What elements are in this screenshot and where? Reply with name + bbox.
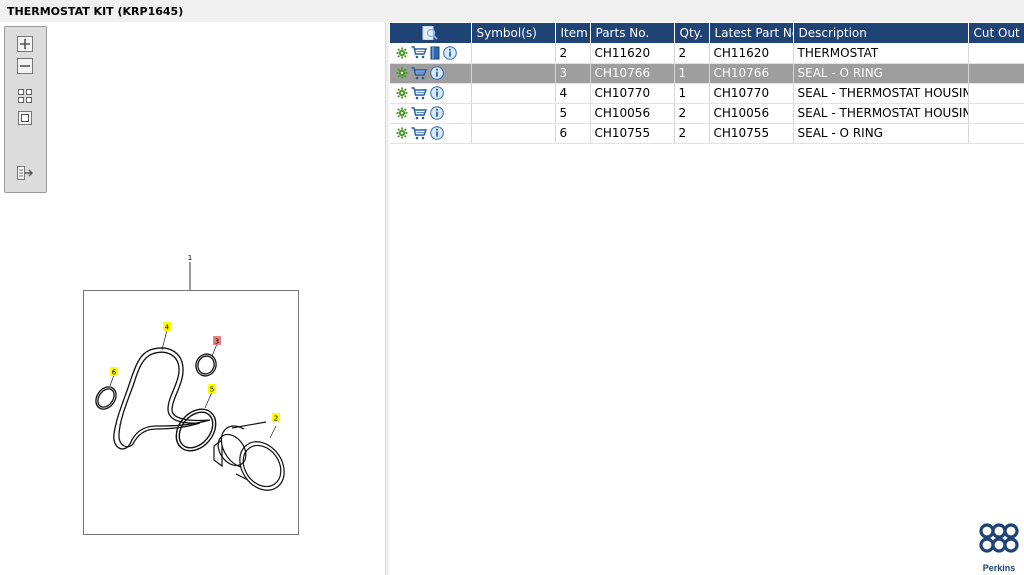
add-to-cart-icon[interactable] bbox=[411, 66, 427, 80]
add-to-cart-icon[interactable] bbox=[411, 106, 427, 120]
cell-qty: 2 bbox=[674, 103, 710, 124]
table-row[interactable]: 3 CH10766 1 CH10766 SEAL - O RING bbox=[390, 63, 1024, 84]
gear-icon[interactable] bbox=[396, 107, 408, 119]
column-header-cut-out[interactable]: Cut Out bbox=[968, 23, 1024, 43]
cell-cut-out bbox=[968, 83, 1024, 104]
gear-icon[interactable] bbox=[396, 127, 408, 139]
table-row[interactable]: 6 CH10755 2 CH10755 SEAL - O RING bbox=[390, 123, 1024, 144]
cell-cut-out bbox=[968, 123, 1024, 144]
title-bar: THERMOSTAT KIT (KRP1645) bbox=[0, 0, 1024, 22]
cell-cut-out bbox=[968, 43, 1024, 64]
row-actions bbox=[390, 83, 472, 104]
column-header-qty[interactable]: Qty. bbox=[674, 23, 710, 43]
column-header-actions[interactable] bbox=[390, 23, 472, 43]
cell-symbols bbox=[471, 123, 556, 144]
cell-parts-no: CH10770 bbox=[590, 83, 675, 104]
column-header-description[interactable]: Description bbox=[793, 23, 969, 43]
cell-cut-out bbox=[968, 63, 1024, 84]
row-actions bbox=[390, 63, 472, 84]
search-document-icon bbox=[422, 26, 438, 41]
cell-description: SEAL - O RING bbox=[793, 123, 969, 144]
callout-6[interactable]: 6 bbox=[110, 367, 118, 377]
info-icon[interactable] bbox=[430, 66, 444, 80]
cell-item: 3 bbox=[555, 63, 591, 84]
cell-latest-part-no: CH11620 bbox=[709, 43, 794, 64]
row-actions bbox=[390, 123, 472, 144]
cell-item: 4 bbox=[555, 83, 591, 104]
exploded-parts-diagram: 1 4 3 6 5 2 bbox=[83, 254, 299, 535]
book-icon[interactable] bbox=[430, 46, 440, 60]
cell-item: 2 bbox=[555, 43, 591, 64]
column-header-item[interactable]: Item bbox=[555, 23, 591, 43]
cell-latest-part-no: CH10766 bbox=[709, 63, 794, 84]
row-actions bbox=[390, 43, 472, 64]
info-icon[interactable] bbox=[430, 126, 444, 140]
cell-parts-no: CH10056 bbox=[590, 103, 675, 124]
table-row[interactable]: 2 CH11620 2 CH11620 THERMOSTAT bbox=[390, 43, 1024, 64]
cell-parts-no: CH11620 bbox=[590, 43, 675, 64]
table-row[interactable]: 5 CH10056 2 CH10056 SEAL - THERMOSTAT HOUSIN… bbox=[390, 103, 1024, 124]
info-icon[interactable] bbox=[430, 106, 444, 120]
callout-2[interactable]: 2 bbox=[272, 413, 280, 423]
add-to-cart-icon[interactable] bbox=[411, 86, 427, 100]
cell-symbols bbox=[471, 43, 556, 64]
cell-qty: 2 bbox=[674, 123, 710, 144]
cell-latest-part-no: CH10755 bbox=[709, 123, 794, 144]
cell-cut-out bbox=[968, 103, 1024, 124]
column-header-parts-no[interactable]: Parts No. bbox=[590, 23, 675, 43]
perkins-wordmark: Perkins bbox=[982, 563, 1016, 573]
cell-description: SEAL - THERMOSTAT HOUSING bbox=[793, 103, 969, 124]
cell-qty: 2 bbox=[674, 43, 710, 64]
callout-5[interactable]: 5 bbox=[208, 384, 216, 394]
gear-icon[interactable] bbox=[396, 87, 408, 99]
svg-text:4: 4 bbox=[165, 324, 170, 332]
perkins-logo: Perkins bbox=[978, 523, 1020, 573]
cell-description: SEAL - O RING bbox=[793, 63, 969, 84]
svg-text:6: 6 bbox=[112, 369, 117, 377]
cell-item: 5 bbox=[555, 103, 591, 124]
cell-latest-part-no: CH10770 bbox=[709, 83, 794, 104]
cell-qty: 1 bbox=[674, 83, 710, 104]
cell-latest-part-no: CH10056 bbox=[709, 103, 794, 124]
cell-description: SEAL - THERMOSTAT HOUSING bbox=[793, 83, 969, 104]
cell-symbols bbox=[471, 103, 556, 124]
cell-parts-no: CH10766 bbox=[590, 63, 675, 84]
cell-item: 6 bbox=[555, 123, 591, 144]
info-icon[interactable] bbox=[430, 86, 444, 100]
cell-description: THERMOSTAT bbox=[793, 43, 969, 64]
callout-4[interactable]: 4 bbox=[163, 322, 171, 332]
add-to-cart-icon[interactable] bbox=[411, 126, 427, 140]
parts-table: Symbol(s) Item Parts No. Qty. Latest Par… bbox=[390, 23, 1024, 144]
row-actions bbox=[390, 103, 472, 124]
cell-symbols bbox=[471, 83, 556, 104]
info-icon[interactable] bbox=[443, 45, 457, 60]
diagram-pane: 1 4 3 6 5 2 bbox=[0, 22, 386, 575]
table-header-row: Symbol(s) Item Parts No. Qty. Latest Par… bbox=[390, 23, 1024, 43]
cell-qty: 1 bbox=[674, 63, 710, 84]
cell-parts-no: CH10755 bbox=[590, 123, 675, 144]
callout-3[interactable]: 3 bbox=[213, 336, 221, 346]
svg-text:2: 2 bbox=[274, 415, 278, 423]
svg-text:5: 5 bbox=[210, 386, 214, 394]
gear-icon[interactable] bbox=[396, 47, 408, 59]
cell-symbols bbox=[471, 63, 556, 84]
gear-icon[interactable] bbox=[396, 67, 408, 79]
table-row[interactable]: 4 CH10770 1 CH10770 SEAL - THERMOSTAT HOUSIN… bbox=[390, 83, 1024, 104]
page-title: THERMOSTAT KIT (KRP1645) bbox=[7, 5, 184, 18]
svg-text:3: 3 bbox=[215, 338, 219, 346]
svg-text:1: 1 bbox=[188, 254, 192, 262]
column-header-symbols[interactable]: Symbol(s) bbox=[471, 23, 556, 43]
callout-1[interactable]: 1 bbox=[188, 254, 192, 262]
parts-list-pane: Symbol(s) Item Parts No. Qty. Latest Par… bbox=[389, 22, 1024, 575]
add-to-cart-icon[interactable] bbox=[411, 46, 427, 59]
column-header-latest-part-no[interactable]: Latest Part No. bbox=[709, 23, 794, 43]
perkins-emblem-icon bbox=[979, 523, 1019, 553]
